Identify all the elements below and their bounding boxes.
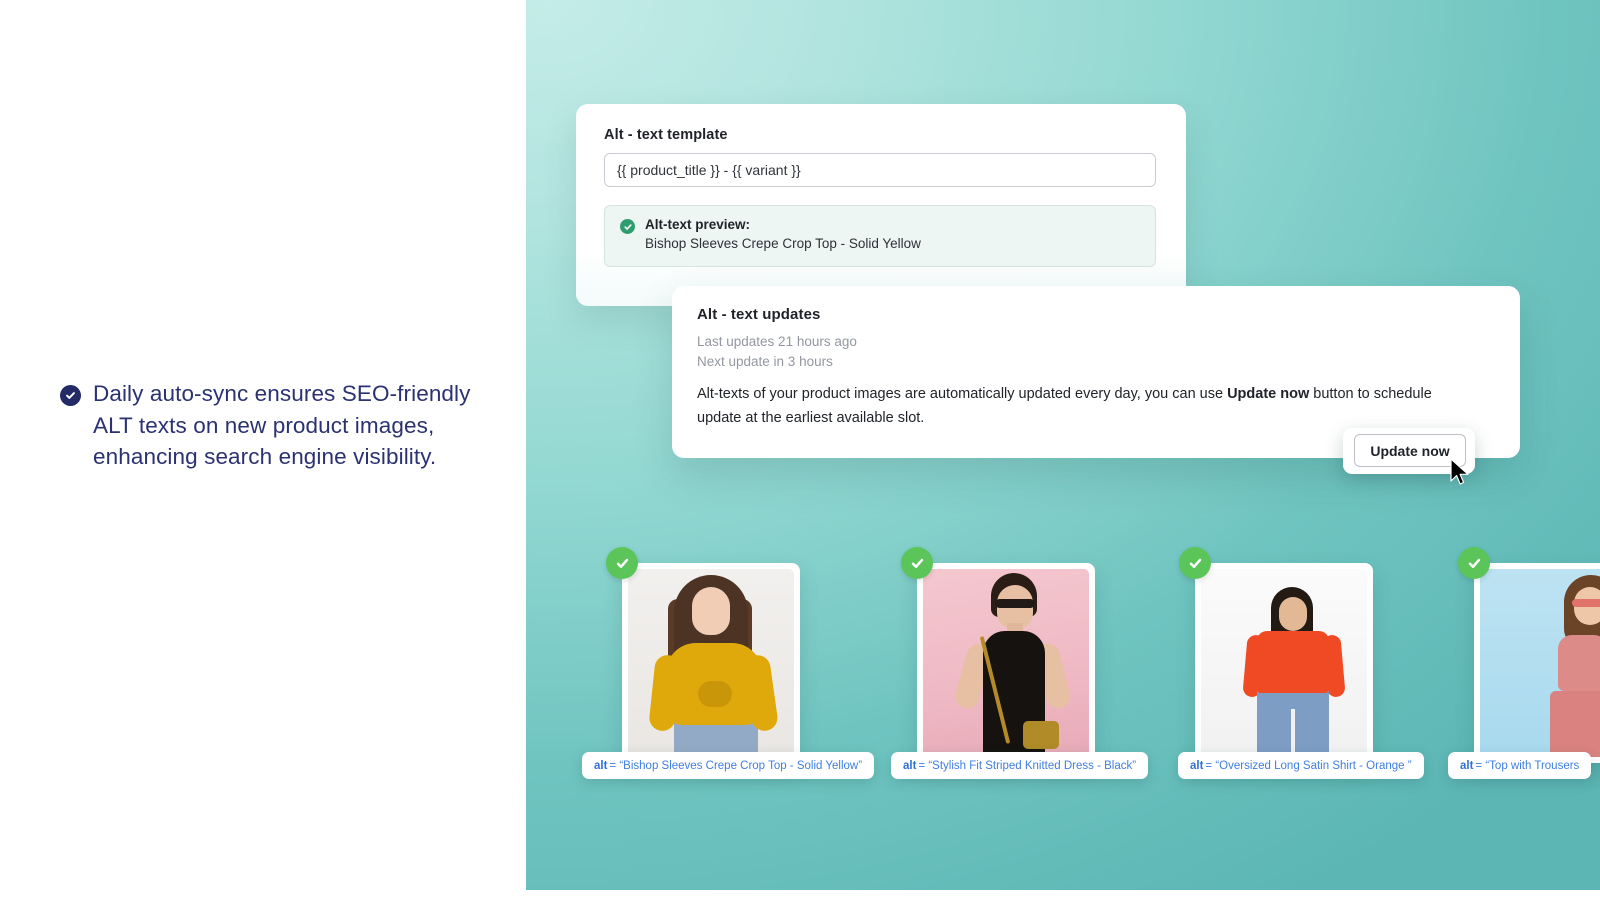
- check-circle-icon: [1458, 547, 1490, 579]
- alt-pill-equals: =: [1205, 759, 1213, 772]
- updates-description-emphasis: Update now: [1227, 386, 1310, 402]
- product-image-frame: [917, 563, 1095, 763]
- check-circle-icon: [60, 385, 81, 406]
- check-circle-icon: [620, 219, 635, 234]
- product-card[interactable]: alt = “Bishop Sleeves Crepe Crop Top - So…: [582, 547, 875, 779]
- updates-description: Alt-texts of your product images are aut…: [697, 382, 1472, 430]
- alt-text-template-input[interactable]: {{ product_title }} - {{ variant }}: [604, 153, 1156, 187]
- alt-pill-value: “Stylish Fit Striped Knitted Dress - Bla…: [928, 759, 1137, 772]
- alt-pill-value: “Top with Trousers: [1485, 759, 1580, 772]
- alt-text-template-card: Alt - text template {{ product_title }} …: [576, 104, 1186, 306]
- alt-pill-prefix: alt: [1190, 759, 1204, 772]
- alt-pill-value: “Oversized Long Satin Shirt - Orange ”: [1215, 759, 1412, 772]
- alt-text-pill: alt = “Bishop Sleeves Crepe Crop Top - So…: [582, 752, 875, 779]
- alt-text-pill: alt = “Oversized Long Satin Shirt - Orang…: [1178, 752, 1424, 779]
- alt-text-preview-label: Alt-text preview:: [645, 217, 751, 232]
- alt-pill-prefix: alt: [1460, 759, 1474, 772]
- check-circle-icon: [901, 547, 933, 579]
- product-image: [923, 569, 1089, 757]
- product-image: [1480, 569, 1600, 757]
- alt-pill-equals: =: [918, 759, 926, 772]
- feature-bullet-text: Daily auto-sync ensures SEO-friendly ALT…: [93, 381, 471, 469]
- alt-pill-prefix: alt: [903, 759, 917, 772]
- product-image-frame: [622, 563, 800, 763]
- mouse-pointer-icon: [1450, 458, 1469, 485]
- feature-bullet-item: Daily auto-sync ensures SEO-friendly ALT…: [60, 378, 510, 473]
- check-circle-icon: [606, 547, 638, 579]
- next-update-text: Next update in 3 hours: [697, 354, 833, 369]
- updates-description-part1: Alt-texts of your product images are aut…: [697, 386, 1228, 402]
- alt-text-pill: alt = “Top with Trousers: [1448, 752, 1592, 779]
- product-image-frame: [1474, 563, 1600, 763]
- alt-text-pill: alt = “Stylish Fit Striped Knitted Dress …: [891, 752, 1149, 779]
- bottom-white-strip: [526, 890, 1600, 900]
- product-image: [628, 569, 794, 757]
- alt-text-template-title: Alt - text template: [604, 127, 728, 143]
- product-card[interactable]: alt = “Top with Trousers: [1448, 547, 1600, 779]
- screenshot-root: Daily auto-sync ensures SEO-friendly ALT…: [0, 0, 1600, 900]
- check-circle-icon: [1179, 547, 1211, 579]
- last-update-text: Last updates 21 hours ago: [697, 334, 857, 349]
- alt-text-updates-title: Alt - text updates: [697, 306, 821, 323]
- product-card[interactable]: alt = “Stylish Fit Striped Knitted Dress …: [891, 547, 1149, 779]
- product-card[interactable]: alt = “Oversized Long Satin Shirt - Orang…: [1178, 547, 1424, 779]
- product-image-frame: [1195, 563, 1373, 763]
- alt-pill-equals: =: [1475, 759, 1483, 772]
- alt-pill-equals: =: [609, 759, 617, 772]
- alt-text-preview-box: Alt-text preview: Bishop Sleeves Crepe C…: [604, 205, 1156, 267]
- product-image: [1201, 569, 1367, 757]
- alt-text-preview-value: Bishop Sleeves Crepe Crop Top - Solid Ye…: [645, 236, 921, 251]
- alt-pill-prefix: alt: [594, 759, 608, 772]
- left-panel: Daily auto-sync ensures SEO-friendly ALT…: [0, 0, 526, 900]
- alt-pill-value: “Bishop Sleeves Crepe Crop Top - Solid Y…: [619, 759, 863, 772]
